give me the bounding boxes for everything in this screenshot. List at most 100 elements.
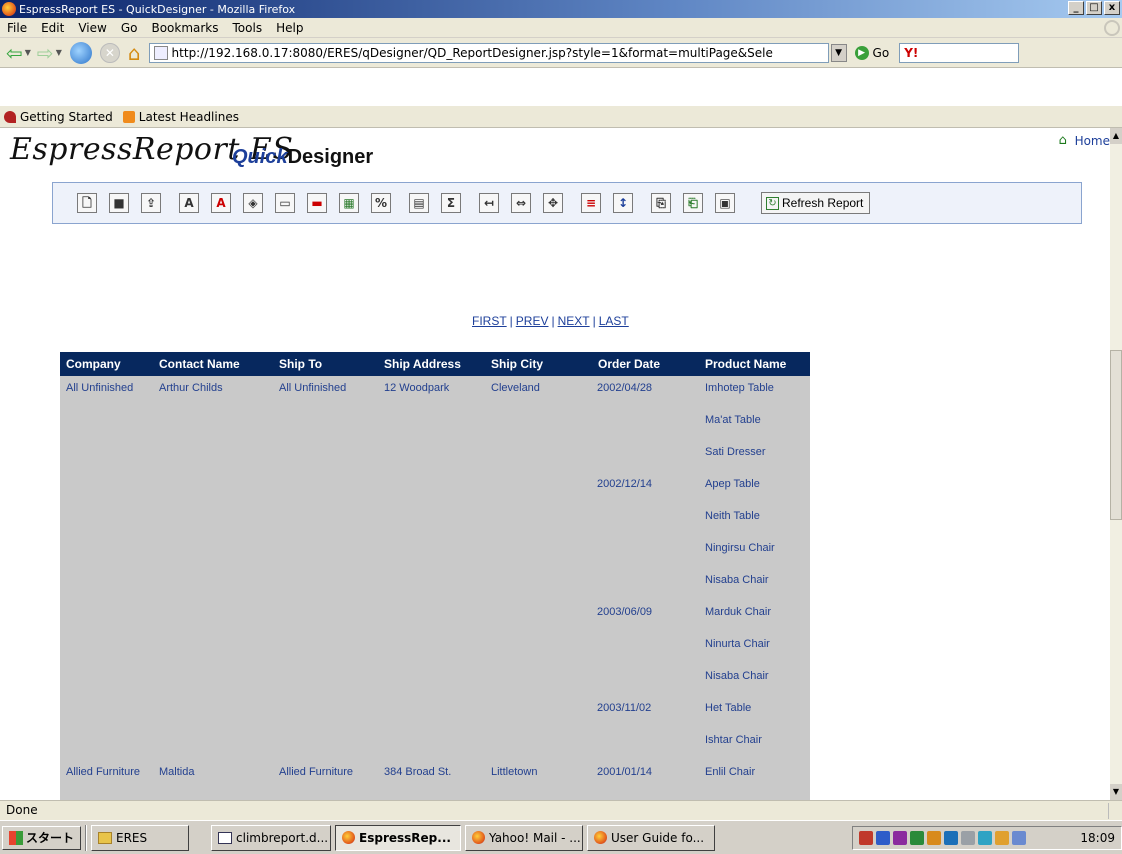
menu-go[interactable]: Go [114, 21, 145, 35]
new-report-icon[interactable]: 🗋 [77, 193, 97, 213]
cell-ship-to: Allied Furniture [279, 766, 353, 778]
refresh-report-button[interactable]: ↻ Refresh Report [761, 192, 871, 214]
cell-product-name: Sati Dresser [705, 446, 766, 458]
menu-file[interactable]: File [0, 21, 34, 35]
pager-separator: | [509, 314, 513, 328]
system-tray: 18:09 [852, 826, 1122, 850]
scroll-up-icon[interactable]: ▲ [1110, 128, 1122, 144]
url-bar[interactable]: http://192.168.0.17:8080/ERES/qDesigner/… [148, 42, 829, 63]
table-border-icon[interactable]: ▬ [307, 193, 327, 213]
scrollbar-thumb[interactable] [1110, 350, 1122, 520]
paste-icon[interactable]: ⎗ [683, 193, 703, 213]
cell-product-name: Nisaba Chair [705, 574, 769, 586]
column-header-contact-name[interactable]: Contact Name [159, 357, 240, 371]
column-header-company[interactable]: Company [66, 357, 121, 371]
pager-last-link[interactable]: LAST [599, 314, 629, 328]
table-row: 2002/12/14 Apep Table [60, 472, 810, 504]
tray-app-icon[interactable] [859, 831, 873, 845]
cell-order-date: 2002/04/28 [597, 382, 653, 394]
data-field-icon[interactable]: ▤ [409, 193, 429, 213]
bookmark-icon [4, 110, 16, 123]
table-row: Allied Furniture Maltida Allied Furniture 3… [60, 760, 810, 792]
tray-app-icon[interactable] [961, 831, 975, 845]
bookmark-latest-headlines[interactable]: Latest Headlines [122, 110, 239, 124]
menu-bookmarks[interactable]: Bookmarks [144, 21, 225, 35]
url-dropdown-icon[interactable]: ▼ [830, 43, 847, 62]
cell-product-name: Ninurta Chair [705, 638, 770, 650]
go-button[interactable]: ▶ Go [854, 45, 889, 60]
cell-ship-address: 12 Woodpark [384, 382, 450, 394]
reload-icon[interactable] [69, 41, 92, 64]
stop-icon[interactable]: ✕ [99, 42, 120, 63]
tray-app-icon[interactable] [876, 831, 890, 845]
menu-view[interactable]: View [71, 21, 113, 35]
maximize-button[interactable]: □ [1086, 1, 1102, 15]
insert-column-icon[interactable]: ↤ [479, 193, 499, 213]
task-user-guide[interactable]: User Guide fo... [587, 824, 716, 851]
column-width-icon[interactable]: ⇔ [511, 193, 531, 213]
start-button[interactable]: スタート [2, 825, 82, 850]
pager-first-link[interactable]: FIRST [472, 314, 507, 328]
fill-color-icon[interactable]: ◈ [243, 193, 263, 213]
task-eres[interactable]: ERES [91, 824, 190, 851]
menu-edit[interactable]: Edit [34, 21, 71, 35]
border-icon[interactable]: ▭ [275, 193, 295, 213]
vertical-scrollbar[interactable]: ▲ ▼ [1110, 128, 1122, 800]
column-header-product-name[interactable]: Product Name [705, 357, 786, 371]
minimize-button[interactable]: _ [1068, 1, 1084, 15]
font-color-icon[interactable]: A [211, 193, 231, 213]
sort-icon[interactable]: ↕ [613, 193, 633, 213]
column-header-order-date[interactable]: Order Date [598, 357, 660, 371]
tray-app-icon[interactable] [927, 831, 941, 845]
navigation-toolbar: ⇦ ▼ ⇨ ▼ ✕ ⌂ http://192.168.0.17:8080/ERE… [0, 38, 1122, 68]
tray-app-icon[interactable] [893, 831, 907, 845]
cell-product-name: Nisaba Chair [705, 670, 769, 682]
copy-icon[interactable]: ⎘ [651, 193, 671, 213]
tray-app-icon[interactable] [978, 831, 992, 845]
table-row: Nisaba Chair [60, 664, 810, 696]
menu-help[interactable]: Help [269, 21, 310, 35]
pager-prev-link[interactable]: PREV [516, 314, 549, 328]
forward-dropdown-icon[interactable]: ▼ [56, 41, 62, 65]
tray-app-icon[interactable] [1012, 831, 1026, 845]
task-espressreport[interactable]: EspressRep... [335, 824, 462, 851]
group-icon[interactable]: ≡ [581, 193, 601, 213]
search-input[interactable]: Y! [899, 42, 1020, 63]
tray-app-icon[interactable] [944, 831, 958, 845]
column-header-ship-address[interactable]: Ship Address [384, 357, 461, 371]
table-row: Ningirsu Chair [60, 536, 810, 568]
alignment-icon[interactable]: ✥ [543, 193, 563, 213]
scroll-down-icon[interactable]: ▼ [1110, 784, 1122, 800]
insert-chart-icon[interactable]: ▦ [339, 193, 359, 213]
rss-icon [122, 110, 135, 123]
font-icon[interactable]: A [179, 193, 199, 213]
home-link[interactable]: ⌂ Home [1059, 134, 1110, 148]
back-arrow-icon[interactable]: ⇦ [6, 41, 23, 65]
cell-order-date: 2003/06/09 [597, 606, 653, 618]
column-header-ship-to[interactable]: Ship To [279, 357, 322, 371]
close-button[interactable]: x [1104, 1, 1120, 15]
cell-company: All Unfinished [66, 382, 134, 394]
cell-order-date: 2003/11/02 [597, 702, 652, 714]
logo-quick: Quick [232, 146, 288, 168]
task-yahoo-mail[interactable]: Yahoo! Mail - ... [465, 824, 584, 851]
page-content: EspressReport ES QuickDesigner ⌂ Home 🗋 … [0, 128, 1110, 800]
task-climbreport[interactable]: climbreport.d... [211, 824, 332, 851]
resize-grip[interactable] [1108, 803, 1122, 819]
menu-tools[interactable]: Tools [226, 21, 270, 35]
tray-app-icon[interactable] [995, 831, 1009, 845]
percent-format-icon[interactable]: % [371, 193, 391, 213]
summary-icon[interactable]: Σ [441, 193, 461, 213]
forward-arrow-icon[interactable]: ⇨ [37, 41, 54, 65]
column-header-ship-city[interactable]: Ship City [491, 357, 543, 371]
bookmark-getting-started[interactable]: Getting Started [4, 110, 113, 124]
export-icon[interactable]: ⇪ [141, 193, 161, 213]
back-dropdown-icon[interactable]: ▼ [25, 41, 31, 65]
preview-icon[interactable]: ▣ [715, 193, 735, 213]
pager-next-link[interactable]: NEXT [558, 314, 590, 328]
designer-toolbar: 🗋 ■ ⇪ A A ◈ ▭ ▬ ▦ % ▤ Σ ↤ ⇔ ✥ ≡ ↕ ⎘ ⎗ ▣ … [52, 182, 1082, 224]
tray-app-icon[interactable] [910, 831, 924, 845]
home-icon[interactable]: ⌂ [128, 41, 141, 65]
save-icon[interactable]: ■ [109, 193, 129, 213]
cell-ship-address: 384 Broad St. [384, 766, 452, 778]
